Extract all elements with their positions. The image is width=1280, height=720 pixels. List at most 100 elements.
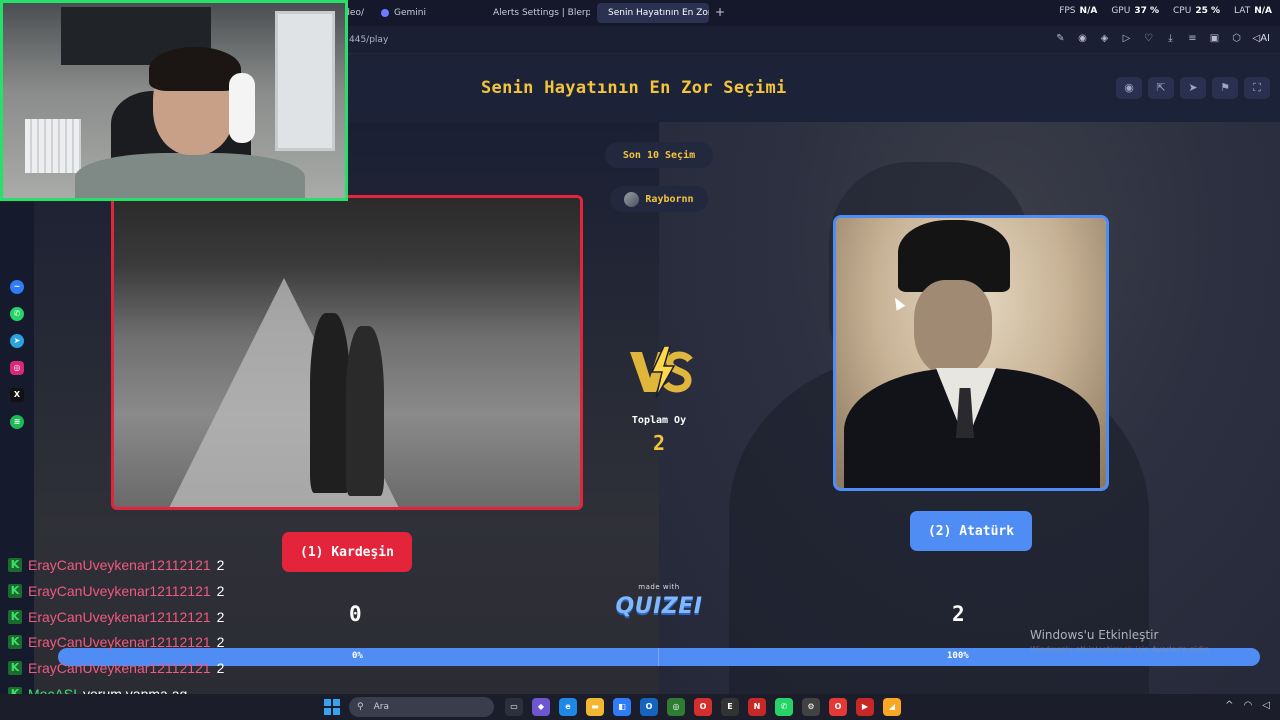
messenger-icon[interactable]: ~ (10, 280, 24, 294)
taskbar-apps: ▭ ◆ e ▬ ◧ O ◎ O E N ✆ ⚙ O ▶ ◢ (505, 698, 901, 716)
store-icon[interactable]: ◧ (613, 698, 631, 716)
outlook-icon[interactable]: O (640, 698, 658, 716)
quizei-logo[interactable]: QUIZEI (609, 594, 709, 619)
total-votes-label: Toplam Oy (631, 415, 687, 426)
tab-blerp[interactable]: Alerts Settings | Blerp (482, 3, 590, 23)
telegram-icon[interactable]: ➤ (10, 334, 24, 348)
right-vote-count: 2 (952, 602, 965, 626)
left-vote-count: 0 (349, 602, 362, 626)
edge-icon[interactable]: e (559, 698, 577, 716)
chat-username: ErayCanUveykenar12112121 (28, 583, 211, 599)
chat-text: 2 (216, 583, 225, 599)
tab-label: Alerts Settings | Blerp (493, 8, 590, 18)
portrait-face (914, 280, 992, 376)
voter-badge: Raybornn (610, 186, 708, 212)
whatsapp-icon[interactable]: ✆ (10, 307, 24, 321)
flag-icon[interactable]: ⚑ (1212, 77, 1238, 99)
option-right-card[interactable] (833, 215, 1109, 491)
volume-icon[interactable]: ◁ (1262, 700, 1270, 711)
share-icon[interactable]: ⇱ (1148, 77, 1174, 99)
download-icon[interactable]: ⤓ (1165, 33, 1177, 47)
child-figure (310, 313, 350, 493)
tab-label: Senin Hayatının En Zor Se (608, 8, 709, 18)
ai-button[interactable]: ◁AI (1253, 33, 1271, 47)
child-figure (346, 326, 384, 496)
page-title: Senin Hayatının En Zor Seçimi (481, 78, 787, 98)
address-bar-icons: ✎ ◉ ◈ ▷ ♡ ⤓ ≡ ▣ ⬡ ◁AI (1055, 33, 1271, 47)
file-explorer-icon[interactable]: ▬ (586, 698, 604, 716)
versus-icon (630, 346, 693, 398)
gemini-icon (381, 9, 389, 17)
play-icon[interactable]: ▷ (1121, 33, 1133, 47)
new-tab-button[interactable]: + (713, 6, 727, 20)
system-tray: ^ ◠ ◁ (1225, 700, 1270, 711)
extension-icon[interactable]: ⬡ (1231, 33, 1243, 47)
gpu-stat: GPU 37 % (1111, 6, 1160, 16)
chrome-icon[interactable]: ◎ (667, 698, 685, 716)
camera-icon[interactable]: ◉ (1077, 33, 1089, 47)
chat-message: K ErayCanUveykenar12112121 2 (8, 608, 224, 626)
radiator (25, 119, 81, 173)
send-icon[interactable]: ➤ (1180, 77, 1206, 99)
kick-badge-icon: K (8, 661, 22, 675)
wifi-icon[interactable]: ◠ (1244, 700, 1253, 711)
epic-games-icon[interactable]: E (721, 698, 739, 716)
x-icon[interactable]: X (10, 388, 24, 402)
made-with-label: made with (638, 583, 680, 591)
opera-icon[interactable]: O (694, 698, 712, 716)
tab-quiz[interactable]: Senin Hayatının En Zor Se (597, 3, 709, 23)
chat-text: 2 (216, 660, 225, 676)
task-view-icon[interactable]: ▭ (505, 698, 523, 716)
eye-icon[interactable]: ◉ (1116, 77, 1142, 99)
whatsapp-taskbar-icon[interactable]: ✆ (775, 698, 793, 716)
tab-gemini[interactable]: Gemini (375, 3, 475, 23)
webcam-overlay (0, 0, 348, 201)
youtube-icon[interactable]: ▶ (856, 698, 874, 716)
chat-username: ErayCanUveykenar12112121 (28, 634, 211, 650)
edit-icon[interactable]: ✎ (1055, 33, 1067, 47)
header-actions: ◉ ⇱ ➤ ⚑ ⛶ (1116, 77, 1270, 99)
total-votes-value: 2 (652, 431, 666, 455)
opera-gx-icon[interactable]: O (829, 698, 847, 716)
instagram-icon[interactable]: ◎ (10, 361, 24, 375)
kick-badge-icon: K (8, 610, 22, 624)
last-choices-button[interactable]: Son 10 Seçim (605, 142, 713, 168)
choice-left-button[interactable]: (1) Kardeşin (282, 532, 412, 572)
app-icon[interactable]: ◢ (883, 698, 901, 716)
spotify-icon[interactable]: ≋ (10, 415, 24, 429)
windows-activation-title: Windows'u Etkinleştir (1030, 628, 1159, 642)
streamer-shirt (75, 153, 305, 198)
fps-stat: FPS N/A (1059, 6, 1098, 16)
kick-badge-icon: K (8, 558, 22, 572)
chat-message: K ErayCanUveykenar12112121 2 (8, 556, 224, 574)
chat-message: K ErayCanUveykenar12112121 2 (8, 582, 224, 600)
netflix-icon[interactable]: N (748, 698, 766, 716)
windows-taskbar: ⚲ Ara ▭ ◆ e ▬ ◧ O ◎ O E N ✆ ⚙ O ▶ ◢ ^ ◠ … (0, 694, 1280, 720)
chevron-up-icon[interactable]: ^ (1225, 700, 1233, 711)
windows-start-icon[interactable] (324, 699, 340, 715)
choice-right-button[interactable]: (2) Atatürk (910, 511, 1032, 551)
steam-icon[interactable]: ⚙ (802, 698, 820, 716)
chat-message: K ErayCanUveykenar12112121 2 (8, 633, 224, 651)
lat-stat: LAT N/A (1234, 6, 1272, 16)
chat-text: 2 (216, 557, 225, 573)
copilot-icon[interactable]: ◆ (532, 698, 550, 716)
menu-icon[interactable]: ≡ (1187, 33, 1199, 47)
chat-text: 2 (216, 609, 225, 625)
avatar (624, 191, 640, 207)
chat-username: ErayCanUveykenar12112121 (28, 609, 211, 625)
room-window (275, 11, 335, 151)
url-text[interactable]: 445/play (349, 35, 388, 45)
heart-icon[interactable]: ♡ (1143, 33, 1155, 47)
shield-icon[interactable]: ◈ (1099, 33, 1111, 47)
search-placeholder: Ara (373, 702, 389, 712)
right-percent: 100% (947, 651, 969, 661)
search-icon: ⚲ (357, 702, 364, 712)
taskbar-search[interactable]: ⚲ Ara (349, 697, 494, 717)
option-left-card[interactable] (111, 195, 583, 510)
left-percent: 0% (352, 651, 363, 661)
wallet-icon[interactable]: ▣ (1209, 33, 1221, 47)
tab-label: Gemini (394, 8, 426, 18)
fullscreen-icon[interactable]: ⛶ (1244, 77, 1270, 99)
kick-badge-icon: K (8, 635, 22, 649)
